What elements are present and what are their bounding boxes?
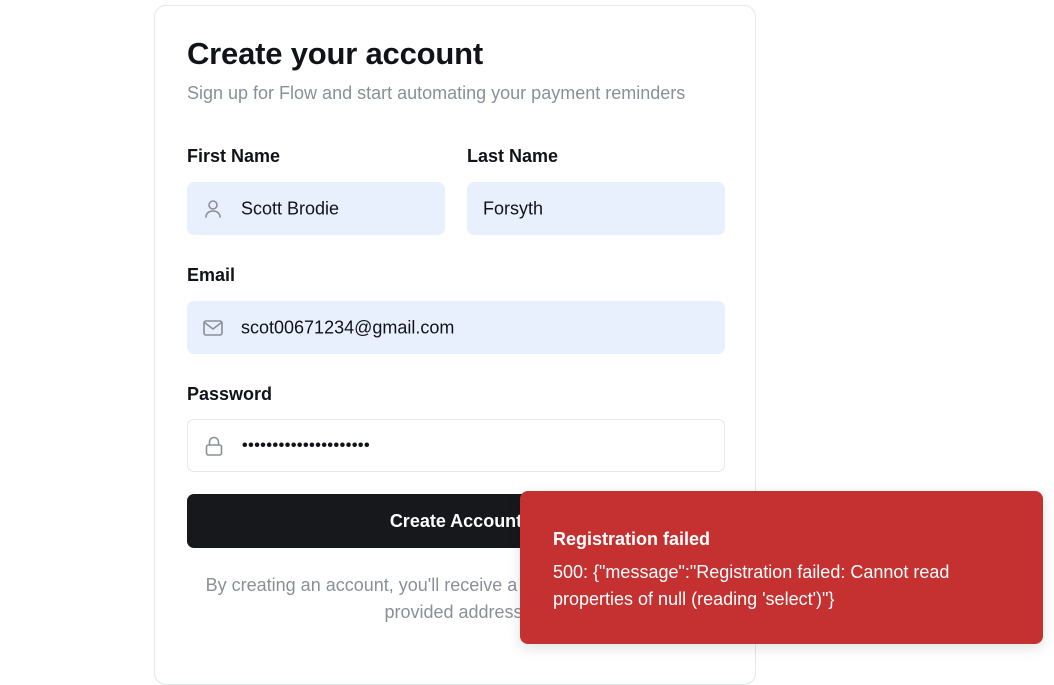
mail-icon [203, 318, 223, 338]
error-toast[interactable]: Registration failed 500: {"message":"Reg… [520, 491, 1043, 644]
first-name-field[interactable]: Scott Brodie [187, 182, 445, 235]
lock-icon [204, 436, 224, 456]
user-icon [203, 199, 223, 219]
page-title: Create your account [187, 36, 483, 71]
email-field[interactable]: scot00671234@gmail.com [187, 301, 725, 354]
toast-message: 500: {"message":"Registration failed: Ca… [553, 562, 950, 609]
first-name-value: Scott Brodie [241, 198, 340, 218]
first-name-label: First Name [187, 146, 281, 166]
password-field[interactable]: ••••••••••••••••••••• [187, 419, 725, 472]
page-subtitle: Sign up for Flow and start automating yo… [187, 83, 686, 103]
password-value: ••••••••••••••••••••• [242, 436, 371, 454]
email-label: Email [187, 265, 236, 285]
last-name-field[interactable]: Forsyth [467, 182, 725, 235]
last-name-value: Forsyth [483, 198, 544, 218]
password-label: Password [187, 384, 273, 404]
last-name-label: Last Name [467, 146, 559, 166]
email-value: scot00671234@gmail.com [241, 317, 455, 337]
toast-title: Registration failed [553, 529, 711, 549]
